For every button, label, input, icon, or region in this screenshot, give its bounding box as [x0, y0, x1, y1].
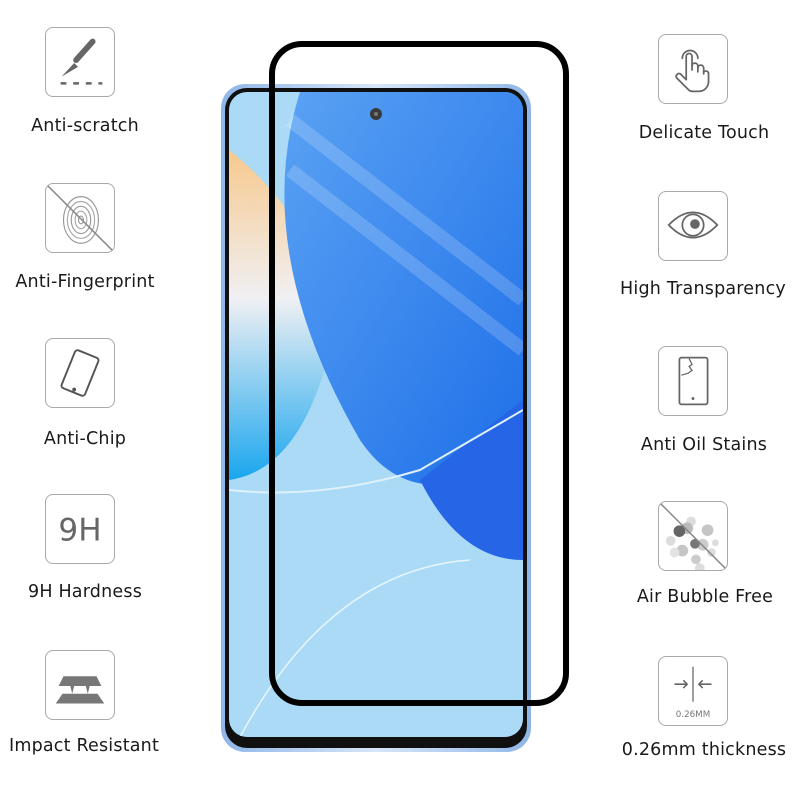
thickness-icon-text: 0.26MM: [676, 710, 711, 720]
feature-label: Anti-Fingerprint: [15, 272, 155, 292]
screen-protector-film: [269, 41, 569, 706]
phone-frame: [221, 84, 531, 752]
feature-label: 9H Hardness: [27, 582, 143, 602]
feature-label: Anti-scratch: [31, 116, 139, 136]
fingerprint-crossed-icon: [45, 183, 115, 253]
cracked-phone-icon: [658, 346, 728, 416]
layered-plates-icon: [45, 650, 115, 720]
feature-label: Impact Resistant: [8, 736, 160, 756]
tilted-phone-icon: [45, 338, 115, 408]
eye-icon: [658, 191, 728, 261]
touch-hand-icon: [658, 34, 728, 104]
9h-icon: 9H: [45, 494, 115, 564]
feature-label: Delicate Touch: [638, 123, 770, 143]
feature-label: Anti Oil Stains: [640, 435, 768, 455]
bubbles-crossed-icon: [658, 501, 728, 571]
feature-label: Anti-Chip: [43, 429, 127, 449]
phone-bezel: [225, 88, 527, 748]
9h-icon-text: 9H: [58, 513, 101, 549]
thickness-arrows-icon: 0.26MM: [658, 656, 728, 726]
front-camera: [370, 108, 382, 120]
feature-label: Air Bubble Free: [636, 587, 774, 607]
phone-screen: [229, 92, 523, 737]
scalpel-scratch-icon: [45, 27, 115, 97]
feature-label: 0.26mm thickness: [621, 740, 787, 760]
feature-label: High Transparency: [620, 279, 786, 299]
